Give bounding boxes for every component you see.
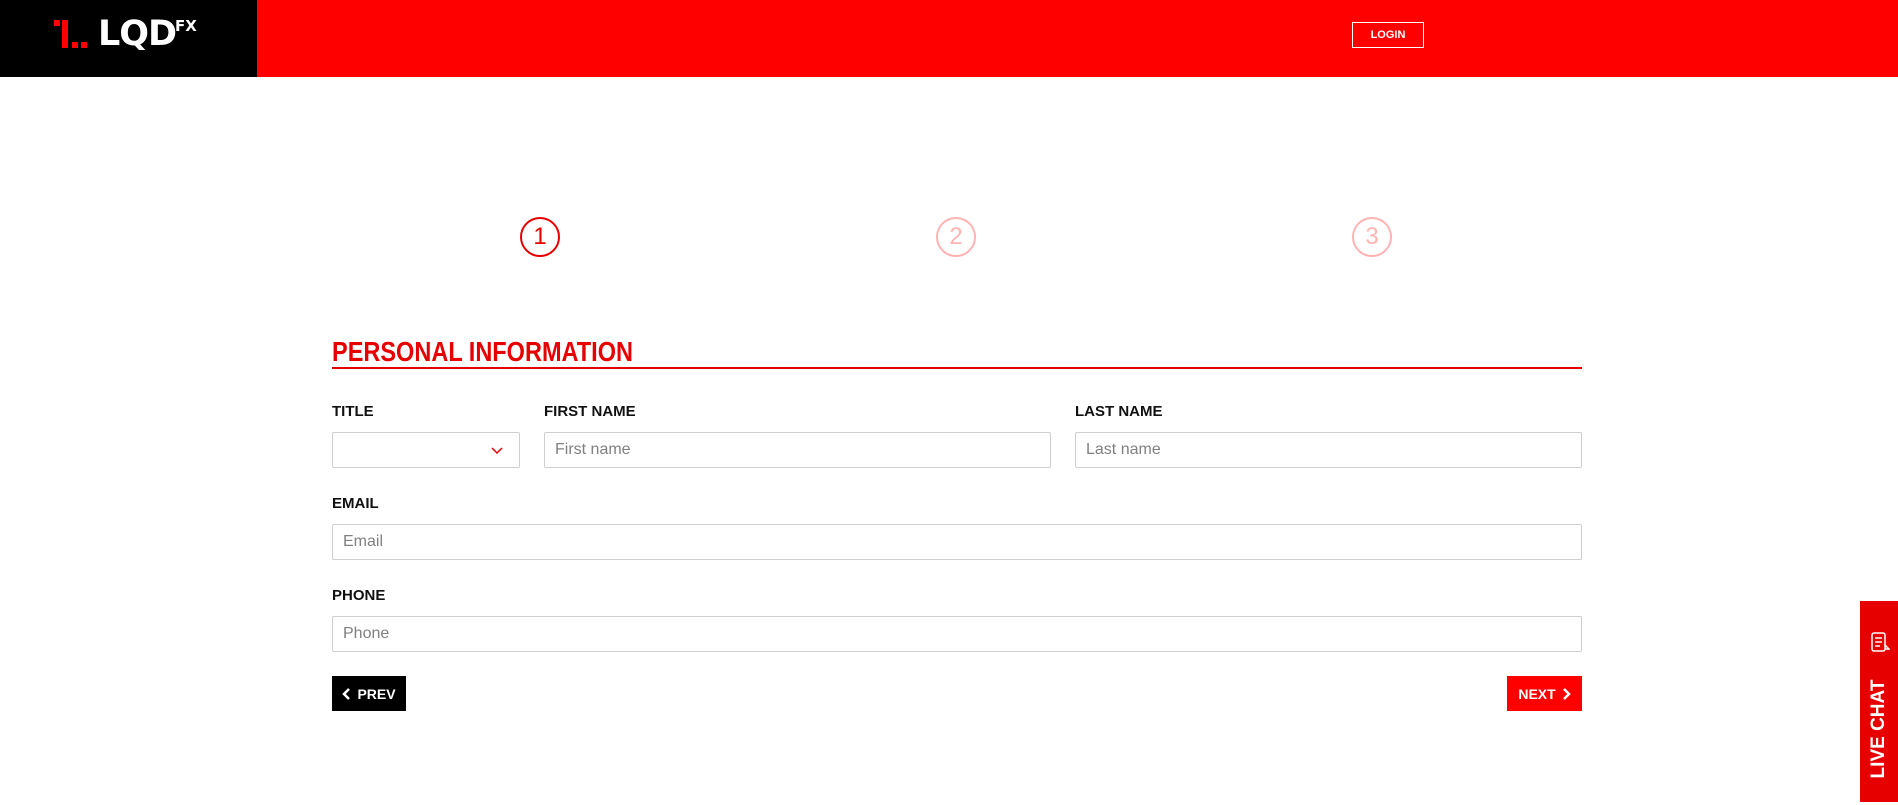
prev-button[interactable]: PREV <box>332 676 406 711</box>
phone-input[interactable] <box>332 616 1582 652</box>
chat-icon <box>1871 632 1890 652</box>
chevron-down-icon <box>491 447 503 455</box>
step-2-indicator: 2 <box>936 217 976 257</box>
first-name-label: FIRST NAME <box>544 403 636 420</box>
section-divider <box>332 367 1582 369</box>
logo[interactable]: LQD FX <box>0 0 257 77</box>
logo-superscript: FX <box>175 17 197 35</box>
logo-text: LQD <box>98 14 177 54</box>
email-input[interactable] <box>332 524 1582 560</box>
live-chat-label: LIVE CHAT <box>1868 679 1889 779</box>
phone-label: PHONE <box>332 587 386 604</box>
next-button-label: NEXT <box>1518 685 1556 702</box>
top-header <box>0 0 1898 77</box>
last-name-label: LAST NAME <box>1075 403 1163 420</box>
first-name-input[interactable] <box>544 432 1051 468</box>
last-name-input[interactable] <box>1075 432 1582 468</box>
section-title: PERSONAL INFORMATION <box>332 336 633 367</box>
step-3-indicator: 3 <box>1352 217 1392 257</box>
title-select[interactable] <box>332 432 520 468</box>
step-1-indicator: 1 <box>520 217 560 257</box>
chevron-left-icon <box>342 687 351 700</box>
email-label: EMAIL <box>332 495 379 512</box>
prev-button-label: PREV <box>357 685 396 702</box>
login-button[interactable]: LOGIN <box>1352 22 1424 48</box>
logo-mark-icon <box>54 20 87 48</box>
chevron-right-icon <box>1562 687 1571 700</box>
title-label: TITLE <box>332 403 374 420</box>
next-button[interactable]: NEXT <box>1507 676 1582 711</box>
live-chat-tab[interactable]: LIVE CHAT <box>1860 601 1898 802</box>
